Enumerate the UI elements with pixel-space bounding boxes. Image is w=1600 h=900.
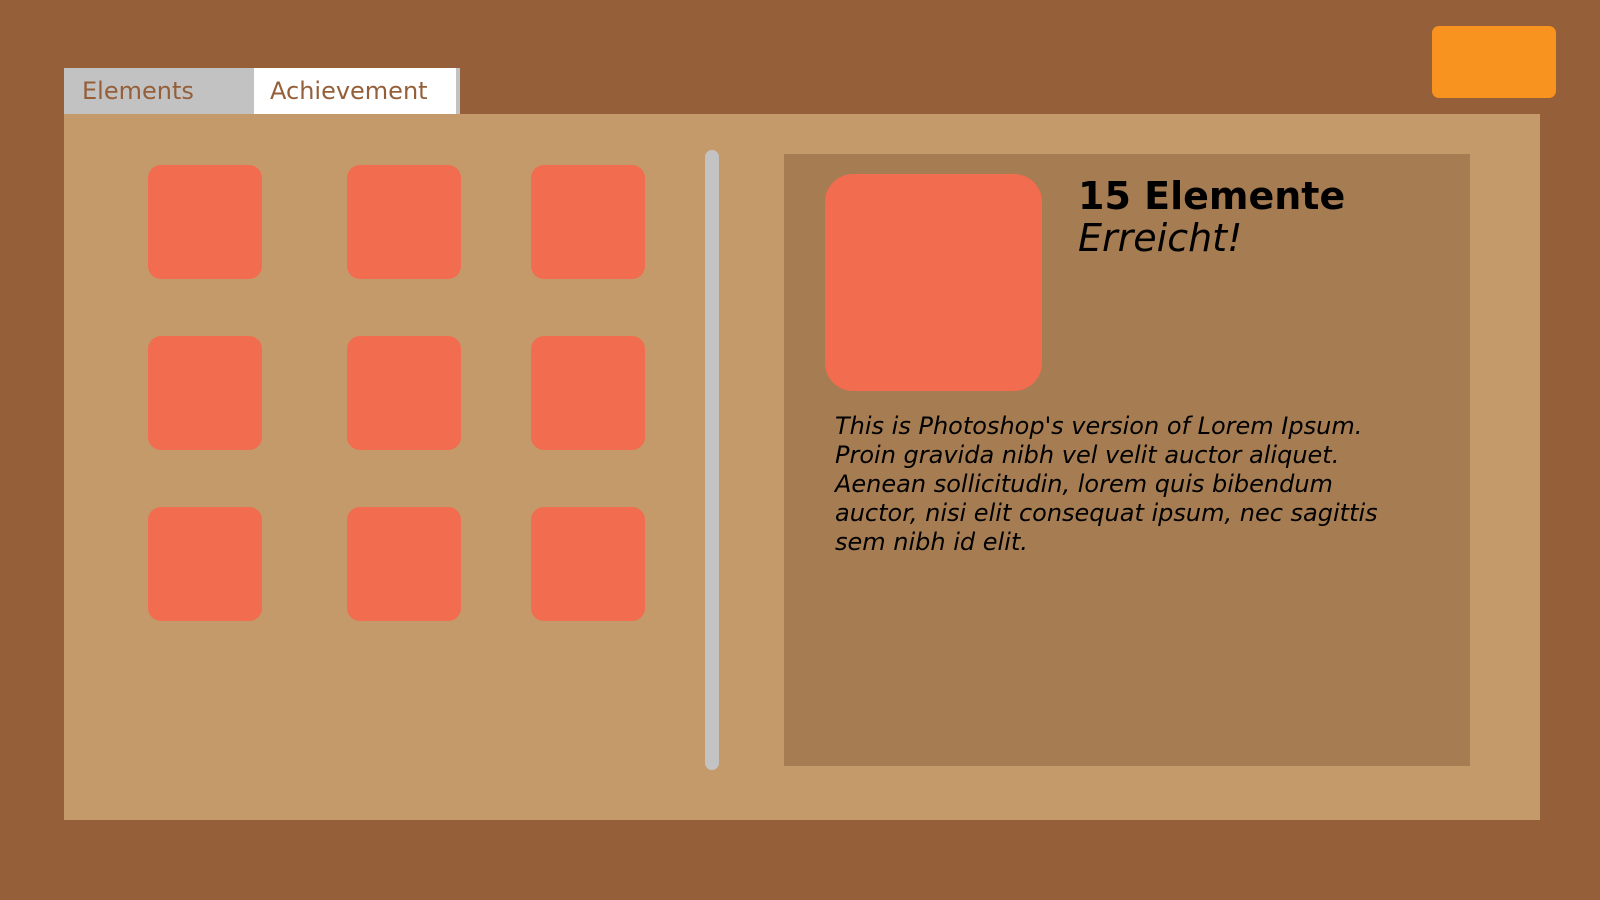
tab-achievement-label: Achievement bbox=[270, 77, 428, 105]
tab-elements[interactable]: Elements bbox=[64, 68, 254, 114]
top-right-action-button[interactable] bbox=[1432, 26, 1556, 98]
achievement-detail-panel: 15 Elemente Erreicht! This is Photoshop'… bbox=[784, 154, 1470, 766]
element-tile[interactable] bbox=[531, 507, 645, 621]
tab-bar: Elements Achievement bbox=[64, 68, 460, 114]
element-tile[interactable] bbox=[148, 336, 262, 450]
tab-elements-label: Elements bbox=[82, 77, 194, 105]
achievement-badge-icon bbox=[825, 174, 1042, 391]
element-tile[interactable] bbox=[531, 165, 645, 279]
element-tile[interactable] bbox=[347, 165, 461, 279]
element-tile[interactable] bbox=[148, 165, 262, 279]
grid-scrollbar[interactable] bbox=[705, 150, 719, 770]
tab-achievement[interactable]: Achievement bbox=[254, 68, 460, 114]
element-tile[interactable] bbox=[347, 336, 461, 450]
main-panel: 15 Elemente Erreicht! This is Photoshop'… bbox=[64, 114, 1540, 820]
element-tile[interactable] bbox=[531, 336, 645, 450]
element-tile[interactable] bbox=[148, 507, 262, 621]
achievement-subtitle: Erreicht! bbox=[1078, 216, 1243, 260]
achievement-title: 15 Elemente bbox=[1078, 174, 1346, 218]
element-grid bbox=[64, 114, 764, 820]
element-tile[interactable] bbox=[347, 507, 461, 621]
achievement-description: This is Photoshop's version of Lorem Ips… bbox=[835, 412, 1378, 556]
